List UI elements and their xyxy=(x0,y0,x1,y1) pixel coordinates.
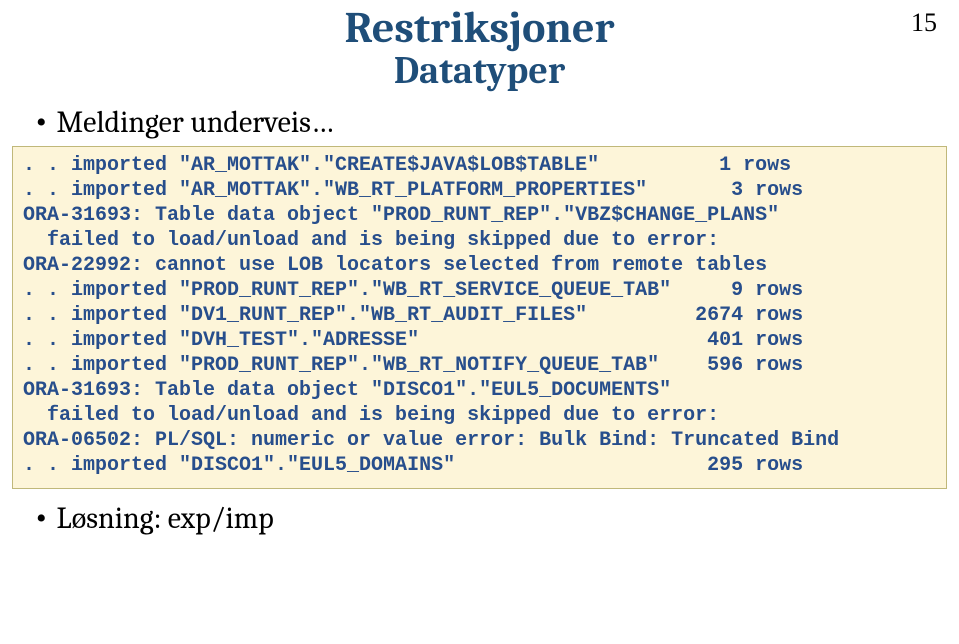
code-line: . . imported "AR_MOTTAK"."CREATE$JAVA$LO… xyxy=(23,153,936,178)
code-line: . . imported "DVH_TEST"."ADRESSE" 401 ro… xyxy=(23,328,936,353)
code-line: . . imported "DV1_RUNT_REP"."WB_RT_AUDIT… xyxy=(23,303,936,328)
code-line: ORA-31693: Table data object "PROD_RUNT_… xyxy=(23,203,936,228)
code-line: . . imported "DISCO1"."EUL5_DOMAINS" 295… xyxy=(23,453,936,478)
code-line: . . imported "PROD_RUNT_REP"."WB_RT_NOTI… xyxy=(23,353,936,378)
bullet-list-bottom: • Løsning: exp/imp xyxy=(36,501,959,536)
code-line: . . imported "PROD_RUNT_REP"."WB_RT_SERV… xyxy=(23,278,936,303)
title-block: Restriksjoner Datatyper xyxy=(0,0,959,93)
code-line: failed to load/unload and is being skipp… xyxy=(23,403,936,428)
code-line: failed to load/unload and is being skipp… xyxy=(23,228,936,253)
slide-subtitle: Datatyper xyxy=(0,49,959,93)
bullet-text: Meldinger underveis… xyxy=(57,105,334,140)
code-line: . . imported "AR_MOTTAK"."WB_RT_PLATFORM… xyxy=(23,178,936,203)
bullet-text: Løsning: exp/imp xyxy=(57,501,274,536)
bullet-item: • Meldinger underveis… xyxy=(36,105,959,140)
code-block: . . imported "AR_MOTTAK"."CREATE$JAVA$LO… xyxy=(12,146,947,489)
bullet-icon: • xyxy=(36,108,47,138)
code-line: ORA-22992: cannot use LOB locators selec… xyxy=(23,253,936,278)
code-line: ORA-31693: Table data object "DISCO1"."E… xyxy=(23,378,936,403)
slide-title: Restriksjoner xyxy=(0,2,959,53)
bullet-icon: • xyxy=(36,504,47,534)
bullet-item: • Løsning: exp/imp xyxy=(36,501,959,536)
page-number: 15 xyxy=(911,8,937,38)
bullet-list-top: • Meldinger underveis… xyxy=(36,105,959,140)
code-line: ORA-06502: PL/SQL: numeric or value erro… xyxy=(23,428,936,453)
